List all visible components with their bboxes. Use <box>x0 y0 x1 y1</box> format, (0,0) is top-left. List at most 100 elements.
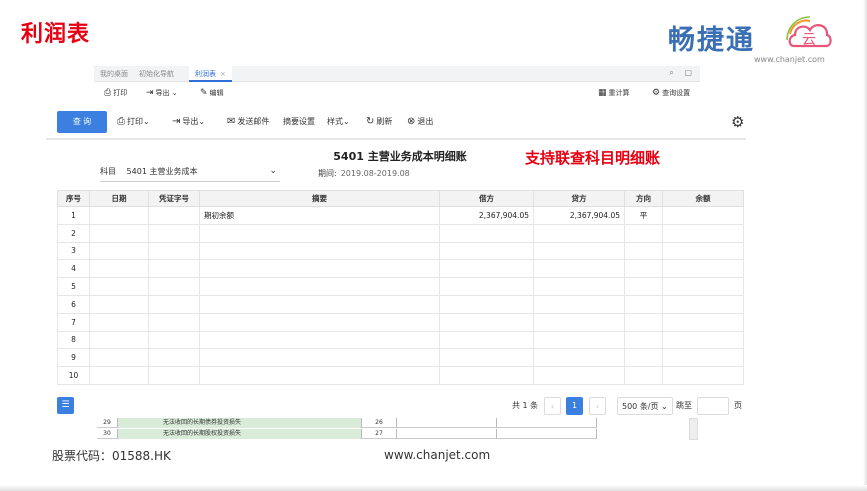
cell-summary <box>199 366 440 385</box>
send-mail-button[interactable]: ✉ 发送邮件 <box>227 116 269 127</box>
maximize-icon[interactable]: ▢ <box>684 68 692 77</box>
cell-debit <box>439 366 534 385</box>
exit-button[interactable]: ⊗ 退出 <box>407 116 433 127</box>
print-button[interactable]: ⎙ 打印 <box>104 88 127 98</box>
cell-direction <box>624 277 663 296</box>
style-menu-button[interactable]: 样式⌄ <box>327 116 350 127</box>
cell-voucher[interactable] <box>148 330 200 350</box>
edit-label: 编辑 <box>209 89 224 97</box>
cell-debit <box>439 223 534 243</box>
cell-direction <box>624 223 663 243</box>
cell-index: 10 <box>57 366 90 385</box>
column-settings-button[interactable]: ☰ <box>57 397 74 414</box>
table-row[interactable]: 8 <box>57 330 744 350</box>
cell-summary <box>199 223 440 243</box>
table-row[interactable]: 10 <box>57 366 744 385</box>
print-menu-button[interactable]: ⎙ 打印⌄ <box>117 116 150 127</box>
export-menu-button[interactable]: ⇥ 导出⌄ <box>172 116 205 127</box>
cell-summary: 期初余额 <box>199 206 440 225</box>
scrollbar[interactable] <box>689 418 698 440</box>
cell-direction <box>624 330 663 350</box>
cell-balance <box>662 277 744 296</box>
col-header-debit: 借方 <box>439 190 534 207</box>
page-unit-label: 页 <box>734 401 742 410</box>
goto-page-input[interactable] <box>697 397 729 415</box>
cell-credit: 2,367,904.05 <box>533 206 625 225</box>
cell-voucher[interactable] <box>148 277 200 296</box>
cell-balance <box>662 348 744 368</box>
cell-balance <box>662 294 744 314</box>
cell-direction <box>624 259 663 279</box>
cell-date <box>89 259 149 279</box>
tab-income-statement[interactable]: 利润表 × <box>189 66 232 82</box>
table-row[interactable]: 4 <box>57 259 744 279</box>
refresh-button[interactable]: ↻ 刷新 <box>366 116 392 127</box>
query-button[interactable]: 查 询 <box>57 111 107 133</box>
prev-page-button[interactable]: ‹ <box>544 397 561 415</box>
tab-init-guide[interactable]: 初始化导航 <box>139 66 174 82</box>
sheet-row-line: 26 <box>362 418 397 428</box>
table-row[interactable]: 6 <box>57 294 744 314</box>
cell-balance <box>662 366 744 385</box>
recalc-button[interactable]: ▦ 重计算 <box>598 88 630 98</box>
edit-button[interactable]: ✎ 编辑 <box>200 88 224 98</box>
cell-balance <box>662 206 744 225</box>
logo-url: www.chanjet.com <box>754 55 825 64</box>
cell-date <box>89 294 149 314</box>
col-header-date: 日期 <box>89 190 149 207</box>
sheet-row-text: 无法收回的长期债券投资损失 <box>117 418 362 428</box>
cell-index: 9 <box>57 348 90 368</box>
table-row[interactable]: 3 <box>57 241 744 261</box>
list-icon: ☰ <box>61 400 70 410</box>
cell-voucher[interactable] <box>148 206 200 225</box>
table-row[interactable]: 1 期初余额 2,367,904.05 2,367,904.05 平 <box>57 206 744 225</box>
cell-date <box>89 348 149 368</box>
search-icon[interactable]: ⌕ <box>669 68 673 77</box>
cell-voucher[interactable] <box>148 259 200 279</box>
cell-summary <box>199 348 440 368</box>
cell-voucher[interactable] <box>148 241 200 261</box>
table-row[interactable]: 7 <box>57 312 744 332</box>
mail-icon: ✉ <box>227 116 236 127</box>
cell-debit <box>439 259 534 279</box>
period: 期间: 2019.08-2019.08 <box>318 168 410 179</box>
logo-name: 畅捷通 <box>668 25 755 56</box>
slide-bottom-edge <box>0 485 867 491</box>
next-page-button[interactable]: › <box>589 397 606 415</box>
close-icon[interactable]: × <box>220 70 226 78</box>
cell-voucher[interactable] <box>148 348 200 368</box>
calculator-icon: ▦ <box>598 88 607 98</box>
background-spreadsheet: 29 无法收回的长期债券投资损失 26 30 无法收回的长期股权投资损失 27 <box>97 418 597 440</box>
tab-my-desktop[interactable]: 我的桌面 <box>100 66 128 82</box>
cell-voucher[interactable] <box>148 294 200 314</box>
subject-select[interactable]: 科目 5401 主营业务成本 ⌄ <box>100 166 280 182</box>
cell-debit: 2,367,904.05 <box>439 206 534 225</box>
query-settings-button[interactable]: ⚙ 查询设置 <box>652 88 690 98</box>
table-row[interactable]: 2 <box>57 223 744 243</box>
export-button[interactable]: ⇥ 导出 ⌄ <box>146 88 178 98</box>
cell-balance <box>662 223 744 243</box>
page-size-select[interactable]: 500 条/页 ⌄ <box>617 397 673 415</box>
table-row[interactable]: 9 <box>57 348 744 368</box>
chanjet-logo: 畅捷通 云 www.chanjet.com <box>668 14 848 68</box>
gear-icon[interactable]: ⚙ <box>731 113 744 131</box>
send-mail-label: 发送邮件 <box>237 117 270 126</box>
tab-income-statement-label: 利润表 <box>195 70 216 78</box>
sheet-row: 30 无法收回的长期股权投资损失 27 <box>97 429 597 439</box>
summary-settings-button[interactable]: 摘要设置 <box>283 116 315 127</box>
gear-icon: ⚙ <box>652 88 661 98</box>
sheet-row-text: 无法收回的长期股权投资损失 <box>117 429 362 439</box>
cell-summary <box>199 330 440 350</box>
export-icon: ⇥ <box>146 88 154 98</box>
style-label: 样式 <box>327 117 343 126</box>
cell-credit <box>533 330 625 350</box>
subject-value: 5401 主营业务成本 <box>126 167 198 176</box>
cell-voucher[interactable] <box>148 366 200 385</box>
cell-date <box>89 330 149 350</box>
table-row[interactable]: 5 <box>57 277 744 296</box>
cell-voucher[interactable] <box>148 312 200 332</box>
cell-direction <box>624 348 663 368</box>
page-1-button[interactable]: 1 <box>566 397 583 415</box>
cell-voucher[interactable] <box>148 223 200 243</box>
slide-edge <box>863 0 867 491</box>
